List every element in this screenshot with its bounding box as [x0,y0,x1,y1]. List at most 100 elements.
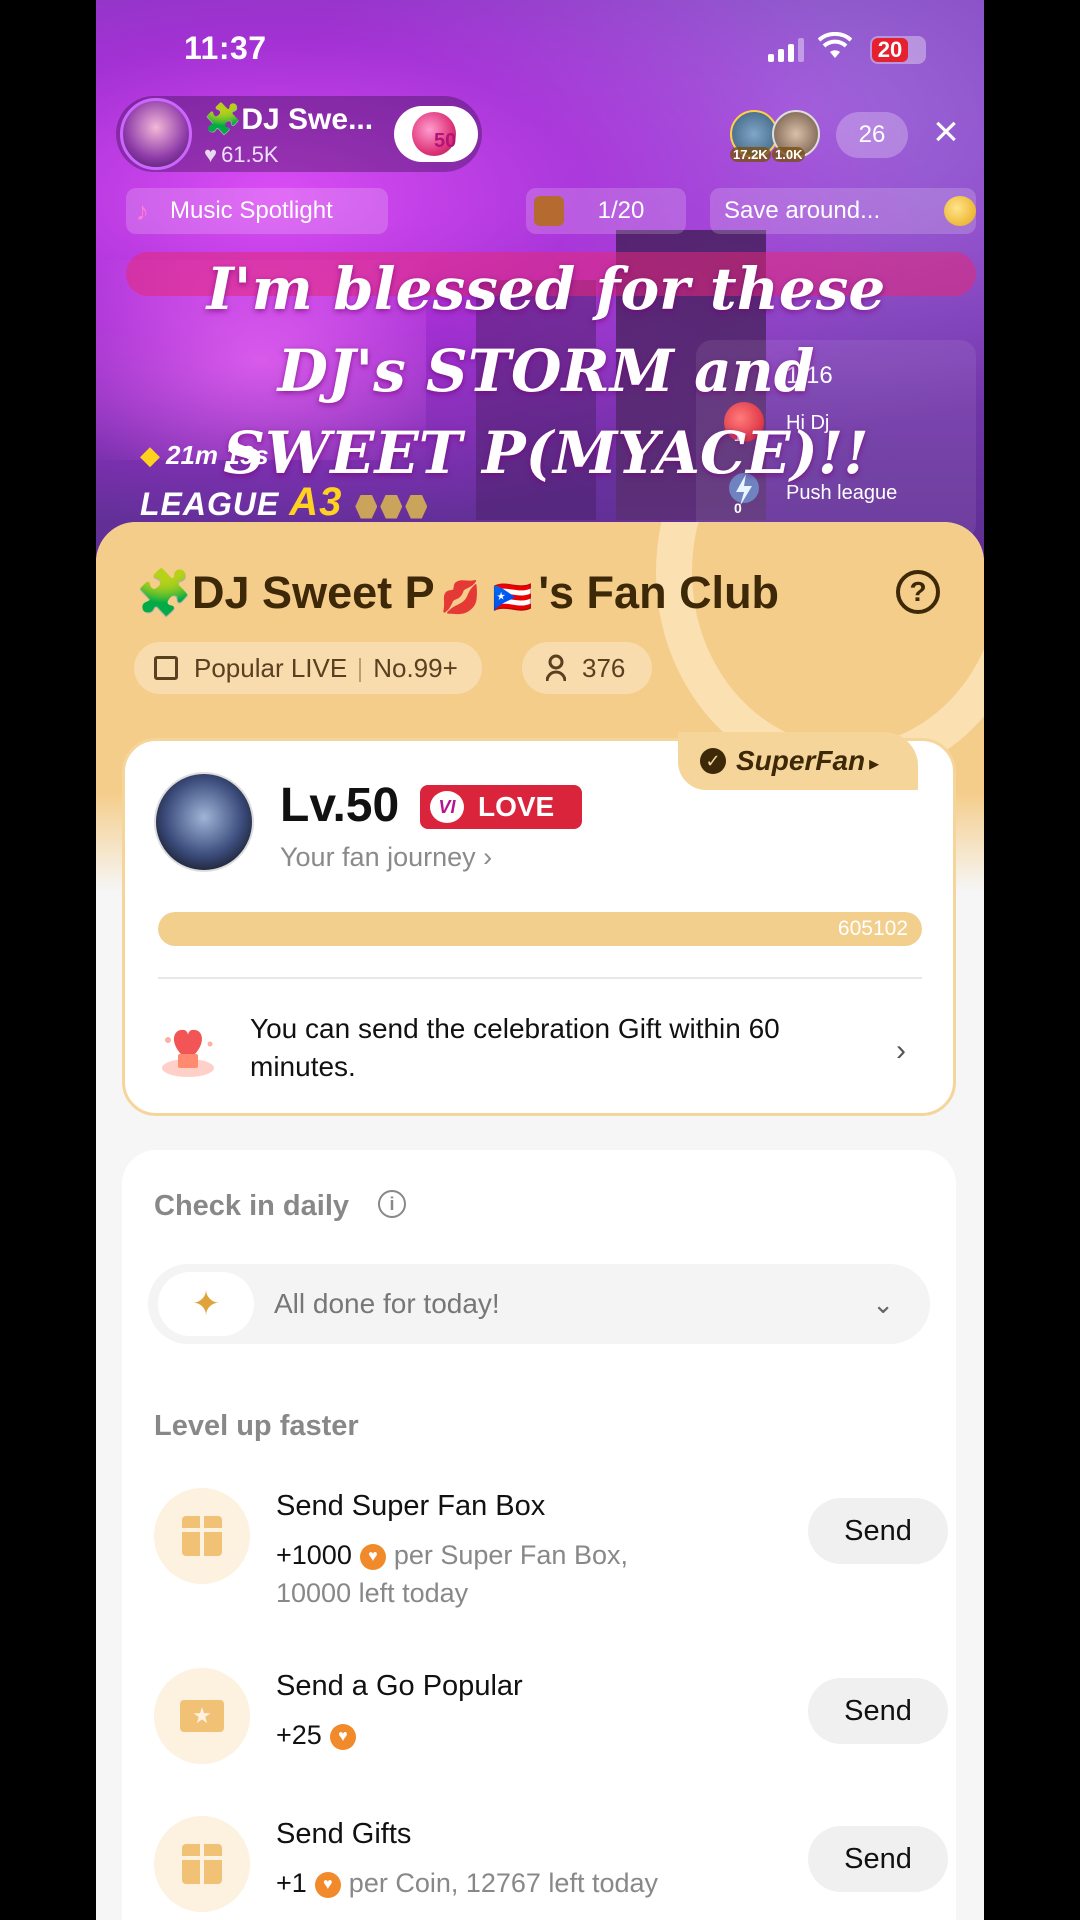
send-button[interactable]: Send [808,1498,948,1564]
celebration-message[interactable]: You can send the celebration Gift within… [250,1010,840,1086]
fan-level-number: 50 [434,130,457,152]
fan-level: Lv.50 [280,779,400,832]
ticket-icon: ★ [154,1668,250,1764]
gift-box-icon [154,1816,250,1912]
viewer-count[interactable]: 26 [836,112,908,158]
save-label: Save around... [724,197,881,224]
top-viewer-avatar[interactable]: 1.0K [772,110,820,162]
fan-point-icon: ♥ [329,1723,356,1750]
person-icon [546,654,566,682]
chip-separator [359,658,362,683]
puerto-rico-flag-emoji: 🇵🇷 [492,579,533,615]
ranking-icon [154,656,178,680]
task-row: Send Super Fan Box +1000 ♥ per Super Fan B… [122,1488,956,1628]
check-in-row[interactable]: ✦ All done for today! ⌄ [148,1264,930,1344]
fan-progress-bar: 605102 [158,912,922,946]
task-name: Send a Go Popular [276,1670,523,1702]
task-detail: +1 ♥ per Coin, 12767 left today [276,1864,776,1902]
cellular-signal-icon [768,38,804,62]
task-points: +1 [276,1868,307,1898]
info-icon[interactable]: i [378,1190,406,1218]
hexagon-icon [380,494,403,519]
task-detail-text: per Coin, 12767 left today [348,1868,659,1898]
fan-club-title-suffix: 's Fan Club [538,567,780,618]
send-button[interactable]: Send [808,1826,948,1892]
league-timer-value: 21m 19s [166,440,269,470]
celebration-gift-icon [162,1029,214,1077]
fan-level-badge[interactable]: 50 [394,106,478,162]
lightning-count: 0 [734,500,742,516]
close-icon[interactable]: × [926,110,966,154]
music-spotlight-pill[interactable]: ♪ Music Spotlight [126,188,388,234]
heart-icon: ♥ [204,142,218,167]
save-pill[interactable]: Save around... [710,188,976,234]
gift-icon [182,1516,222,1556]
clock: 11:37 [184,30,267,66]
fan-progress-fill [158,912,922,946]
superfan-label: SuperFan [736,745,866,776]
battery-icon: 20 [870,36,926,64]
members-chip[interactable]: 376 [522,642,652,694]
party-popper-icon: ✦ [158,1272,254,1336]
ranking-label: 1/20 [597,197,645,224]
battery-level: 20 [872,38,908,62]
wifi-icon [818,32,852,58]
music-note-icon: ♪ [136,196,149,226]
fan-club-sheet: 🧩DJ Sweet P 💋 🇵🇷's Fan Club ? Popular LIVE… [96,522,984,1920]
star-ticket-icon: ★ [180,1700,224,1732]
fan-journey-link[interactable]: Your fan journey › [280,842,492,873]
task-detail: +1000 ♥ per Super Fan Box, 10000 left toda… [276,1536,696,1612]
check-in-status: All done for today! [274,1288,500,1319]
send-button[interactable]: Send [808,1678,948,1744]
viewer-gift-count: 17.2K [730,147,771,162]
love-badge: VI LOVE [420,785,582,829]
league-timer: ◆ 21m 19s [140,440,269,471]
gift-box-icon [154,1488,250,1584]
task-name: Send Super Fan Box [276,1490,546,1522]
stream-overlay-caption: I'm blessed for these DJ's STORM and SWE… [206,255,886,487]
live-stream-view[interactable]: 11:37 20 🧩DJ Swe... ♥ 61.5K 50 17.2K 1.0… [96,0,984,560]
chevron-down-icon[interactable]: ⌄ [872,1264,894,1344]
vip-icon: VI [430,791,464,823]
fan-point-icon: ♥ [359,1543,386,1570]
league-grade: A3 [289,480,343,524]
chevron-right-icon[interactable]: › [896,1034,906,1068]
popular-live-chip[interactable]: Popular LIVE No.99+ [134,642,482,694]
top-viewer-avatar[interactable]: 17.2K [730,110,778,162]
task-row: Send Gifts +1 ♥ per Coin, 12767 left today… [122,1816,956,1920]
league-label: LEAGUE [140,486,280,522]
league-badge[interactable]: LEAGUE A3 [140,480,428,525]
chevron-right-icon: ▸ [869,753,880,775]
hexagon-icon [355,494,378,519]
hexagon-icon [405,494,428,519]
live-screen: 11:37 20 🧩DJ Swe... ♥ 61.5K 50 17.2K 1.0… [96,0,984,1920]
check-badge-icon: ✓ [700,748,726,774]
host-avatar[interactable] [120,98,192,170]
task-points: +1000 [276,1540,352,1570]
host-name: 🧩DJ Swe... [204,103,374,136]
fan-progress-value: 605102 [837,917,908,940]
coin-icon [944,196,976,226]
help-icon[interactable]: ? [896,570,940,614]
ranking-pill[interactable]: 1/20 [526,188,686,234]
fan-club-title: 🧩DJ Sweet P 💋 🇵🇷's Fan Club [136,566,779,619]
lips-emoji: 💋 [440,579,481,615]
superfan-badge[interactable]: ✓ SuperFan ▸ [678,732,918,790]
host-likes-count: 61.5K [221,142,279,167]
gift-icon [182,1844,222,1884]
music-spotlight-label: Music Spotlight [170,197,333,224]
members-count: 376 [582,653,626,683]
task-points: +25 [276,1720,322,1750]
task-row: ★ Send a Go Popular +25 ♥ Send [122,1668,956,1808]
avatar[interactable] [154,772,254,872]
love-badge-label: LOVE [478,791,555,822]
ranking-avatar-icon [534,196,564,226]
check-in-title: Check in daily [154,1190,350,1222]
popular-live-label: Popular LIVE [194,653,348,683]
viewer-gift-count: 1.0K [772,147,806,162]
host-likes: ♥ 61.5K [204,142,279,168]
diamond-icon: ◆ [140,440,160,470]
status-bar: 11:37 20 [96,0,984,100]
fan-club-title-prefix: 🧩DJ Sweet P [136,567,435,618]
task-name: Send Gifts [276,1818,412,1850]
